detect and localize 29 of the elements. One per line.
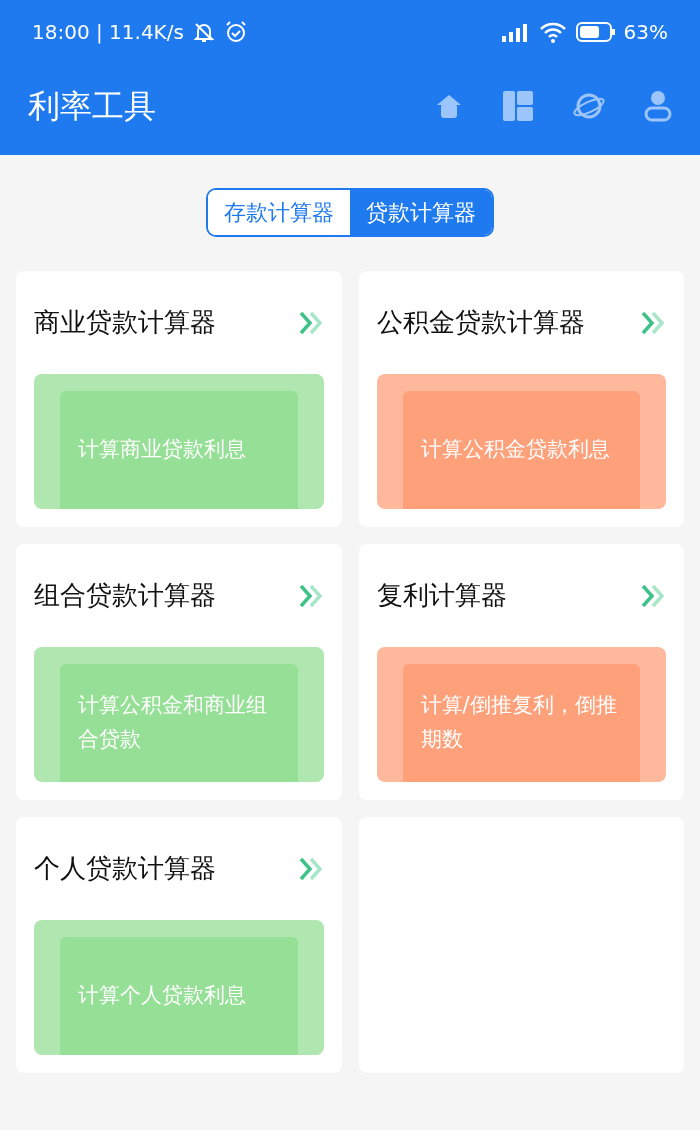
card-title: 复利计算器: [376, 579, 507, 612]
muted-bell-icon: [191, 20, 216, 44]
double-chevron-icon[interactable]: [297, 855, 324, 882]
battery-level: 63%: [623, 19, 668, 46]
calculator-card[interactable]: 组合贷款计算器 计算公积金和商业组合贷款: [16, 544, 342, 800]
double-chevron-icon[interactable]: [640, 582, 666, 609]
card-description: 计算公积金和商业组合贷款: [78, 692, 268, 753]
double-chevron-icon[interactable]: [297, 582, 324, 609]
calculator-card[interactable]: 个人贷款计算器 计算个人贷款利息: [16, 817, 342, 1073]
card-description: 计算个人贷款利息: [78, 982, 246, 1010]
tab[interactable]: 贷款计算器: [350, 190, 492, 235]
card-title: 公积金贷款计算器: [376, 306, 585, 339]
card-description: 计算商业贷款利息: [78, 436, 246, 464]
double-chevron-icon[interactable]: [297, 309, 324, 336]
dashboard-icon[interactable]: [502, 89, 534, 122]
card-title: 个人贷款计算器: [34, 852, 216, 885]
status-time: 18:00 | 11.4K/s: [32, 19, 184, 46]
card-description: 计算公积金贷款利息: [420, 436, 610, 464]
double-chevron-icon[interactable]: [640, 309, 666, 336]
battery-icon: [575, 21, 616, 43]
card-description: 计算/倒推复利，倒推期数: [420, 692, 618, 753]
calculator-card[interactable]: 公积金贷款计算器 计算公积金贷款利息: [358, 271, 684, 527]
card-title: 组合贷款计算器: [34, 579, 216, 612]
app-title: 利率工具: [28, 85, 156, 127]
calculator-card[interactable]: 商业贷款计算器 计算商业贷款利息: [16, 271, 342, 527]
card-title: 商业贷款计算器: [34, 306, 216, 339]
user-icon[interactable]: [644, 89, 672, 122]
tab[interactable]: 存款计算器: [208, 190, 350, 235]
calculator-card[interactable]: 复利计算器 计算/倒推复利，倒推期数: [358, 544, 684, 800]
